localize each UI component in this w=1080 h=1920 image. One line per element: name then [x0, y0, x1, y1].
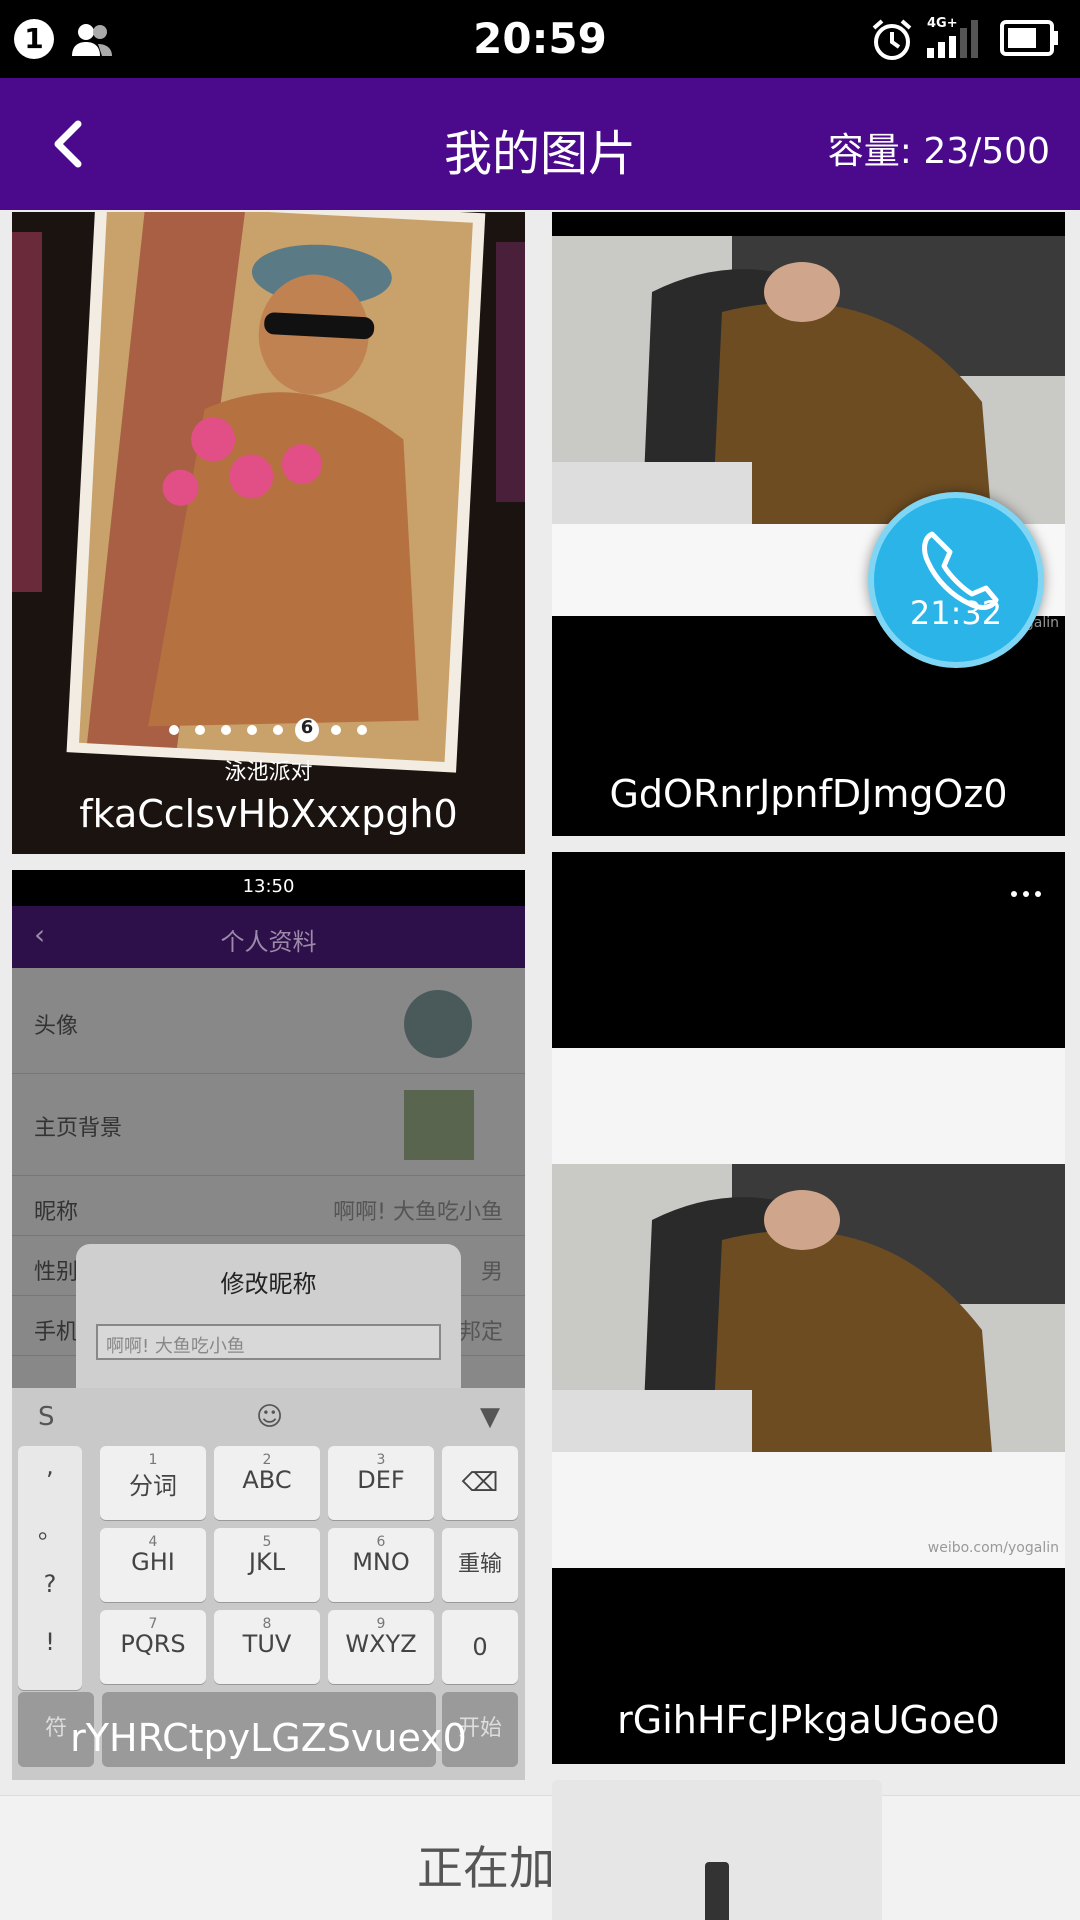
image-tile[interactable]: weibo.com/yogalin rGihHFcJPkgaUGoe0	[552, 852, 1065, 1764]
reset-key: 重输	[442, 1528, 518, 1602]
keyboard-key: 9 WXYZ	[328, 1610, 434, 1684]
keyboard-key: 7 PQRS	[100, 1610, 206, 1684]
watermark: weibo.com/yogalin	[927, 1540, 1059, 1556]
keyboard-key: 3 DEF	[328, 1446, 434, 1520]
call-duration: 21:32	[909, 594, 1003, 632]
inner-app-bar: ‹ 个人资料	[12, 906, 525, 968]
image-tile-overlay	[552, 1780, 882, 1920]
image-tile[interactable]: 6 泳池派对 fkaCclsvHbXxxpgh0	[12, 212, 525, 854]
inner-time: 13:50	[242, 876, 295, 897]
battery-icon	[1000, 20, 1058, 56]
capacity-label: 容量: 23/500	[827, 131, 1050, 172]
background-thumb	[404, 1090, 474, 1160]
phone-icon	[922, 531, 999, 610]
floating-call-button[interactable]: 21:32	[868, 492, 1044, 668]
inner-status-bar: 13:50	[12, 870, 525, 906]
loading-text: 正在加	[417, 1841, 555, 1895]
image-filename: rGihHFcJPkgaUGoe0	[617, 1698, 1000, 1742]
backspace-key: ⌫	[442, 1446, 518, 1520]
keyboard-key: 2 ABC	[214, 1446, 320, 1520]
inner-row: 主页背景	[12, 1074, 525, 1176]
loading-bar: 正在加	[0, 1795, 1080, 1920]
inner-row: 昵称 啊啊! 大鱼吃小鱼	[12, 1176, 525, 1236]
keyboard-key: 1 分词	[100, 1446, 206, 1520]
image-tile[interactable]: 13:50 ‹ 个人资料 头像 主页背景 昵称 啊啊! 大鱼吃小鱼 性别 男 手…	[12, 870, 525, 1780]
drag-handle-icon	[705, 1862, 729, 1920]
hide-keyboard-icon: ▼	[480, 1402, 500, 1432]
avatar	[404, 990, 472, 1058]
image-filename: GdORnrJpnfDJmgOz0	[609, 772, 1008, 816]
app-bar: 我的图片 容量: 23/500	[0, 78, 1080, 210]
nickname-input: 啊啊! 大鱼吃小鱼	[96, 1324, 441, 1360]
dialog-title: 修改昵称	[220, 1270, 317, 1298]
carousel-active-index: 6	[300, 717, 314, 738]
inner-title: 个人资料	[220, 928, 317, 956]
skin-name: 泳池派对	[224, 760, 313, 785]
rename-dialog: 修改昵称 啊啊! 大鱼吃小鱼	[76, 1244, 461, 1404]
keyboard-key: 8 TUV	[214, 1610, 320, 1684]
alarm-icon	[872, 19, 912, 60]
keyboard-key: 5 JKL	[214, 1528, 320, 1602]
emoji-icon: ☺	[256, 1402, 284, 1432]
zero-key: 0	[442, 1610, 518, 1684]
more-icon[interactable]	[1000, 878, 1050, 910]
image-filename: rYHRCtpyLGZSvuex0	[70, 1716, 467, 1760]
punct-column: , 。 ? !	[18, 1446, 82, 1690]
status-time: 20:59	[473, 14, 607, 63]
keyboard-key: 4 GHI	[100, 1528, 206, 1602]
sogou-icon: S	[38, 1402, 55, 1432]
status-bar: 1 20:59 4G+	[0, 0, 1080, 78]
keyboard-key: 6 MNO	[328, 1528, 434, 1602]
image-filename: fkaCclsvHbXxxpgh0	[79, 792, 458, 836]
photo-image	[552, 852, 1065, 1764]
inner-row: 头像	[12, 968, 525, 1074]
screen: 1 20:59 4G+ 我的图片 容量: 23/500 6 泳池派对 fkaCc…	[0, 0, 1080, 1920]
